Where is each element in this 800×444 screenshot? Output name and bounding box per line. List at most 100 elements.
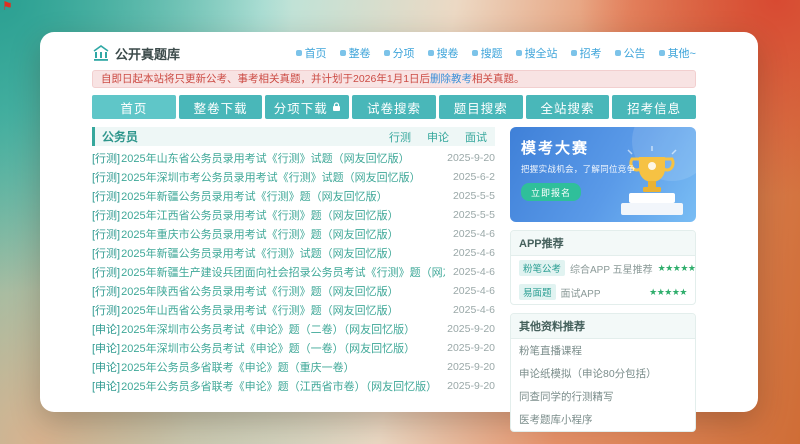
exam-title-link[interactable]: 2025年山西省公务员录用考试《行测》题（网友回忆版）: [121, 302, 445, 318]
nav-paper-search-button[interactable]: 试卷搜索: [352, 95, 436, 119]
exam-tag[interactable]: [行测]: [92, 283, 120, 299]
exam-list-row: [行测] 2025年深圳市考公务员录用考试《行测》试题（网友回忆版） 2025-…: [92, 167, 495, 186]
banner-text-block: 模考大赛 把握实战机会，了解同位竞争 立即报名: [521, 137, 635, 201]
exam-title-link[interactable]: 2025年深圳市公务员考试《申论》题（二卷）（网友回忆版）: [121, 321, 439, 337]
filter-link[interactable]: 申论: [427, 129, 449, 145]
top-nav-link[interactable]: 搜题: [471, 45, 503, 61]
nav-recruit-info-button[interactable]: 招考信息: [612, 95, 697, 119]
exam-tag[interactable]: [申论]: [92, 340, 120, 356]
exam-date: 2025-9-20: [447, 322, 495, 335]
top-nav-link[interactable]: 其他~: [658, 45, 696, 61]
app-row: 粉笔公考 综合APP 五星推荐 ★★★★★: [511, 256, 695, 280]
other-resources-card: 其他资料推荐 粉笔直播课程 申论纸模拟（申论80分包括） 同查同学的行测精写 医…: [510, 313, 696, 432]
filter-link[interactable]: 面试: [465, 129, 487, 145]
exam-list-row: [行测] 2025年山西省公务员录用考试《行测》题（网友回忆版） 2025-4-…: [92, 300, 495, 319]
exam-title-link[interactable]: 2025年新疆公务员录用考试《行测》题（网友回忆版）: [121, 188, 445, 204]
exam-date: 2025-4-6: [452, 303, 495, 316]
top-nav-link[interactable]: 搜卷: [427, 45, 459, 61]
top-nav-link[interactable]: 招考: [570, 45, 602, 61]
resource-link[interactable]: 粉笔直播课程: [511, 339, 695, 362]
exam-tag[interactable]: [行测]: [92, 302, 120, 318]
exam-date: 2025-9-20: [447, 360, 495, 373]
exam-list-row: [行测] 2025年新疆生产建设兵团面向社会招录公务员考试《行测》题（网友回忆版…: [92, 262, 495, 281]
exam-list-row: [行测] 2025年山东省公务员录用考试《行测》试题（网友回忆版） 2025-9…: [92, 148, 495, 167]
category-strip: 公务员 行测 申论 面试: [92, 127, 495, 146]
notice-link[interactable]: 删除教考: [430, 73, 472, 85]
star-rating: ★★★★★: [657, 262, 696, 273]
exam-date: 2025-9-20: [447, 151, 495, 164]
exam-date: 2025-4-6: [452, 246, 495, 259]
exam-title-link[interactable]: 2025年公务员多省联考《申论》题（江西省市卷）（网友回忆版）: [121, 378, 439, 394]
nav-site-search-button[interactable]: 全站搜索: [525, 95, 610, 119]
top-nav: 首页 整卷 分项 搜卷 搜题 搜全站 招考 公告 其他~: [295, 45, 696, 61]
exam-title-link[interactable]: 2025年深圳市考公务员录用考试《行测》试题（网友回忆版）: [121, 169, 445, 185]
exam-list-row: [行测] 2025年江西省公务员录用考试《行测》题（网友回忆版） 2025-5-…: [92, 205, 495, 224]
nav-bullet-icon: [383, 50, 390, 56]
exam-tag[interactable]: [行测]: [92, 150, 120, 166]
top-nav-link[interactable]: 分项: [383, 45, 415, 61]
exam-tag[interactable]: [申论]: [92, 359, 120, 375]
star-rating: ★★★★★: [649, 286, 687, 297]
top-nav-label: 搜题: [480, 48, 503, 60]
exam-title-link[interactable]: 2025年新疆公务员录用考试《行测》试题（网友回忆版）: [121, 245, 445, 261]
exam-list-row: [行测] 2025年陕西省公务员录用考试《行测》题（网友回忆版） 2025-4-…: [92, 281, 495, 300]
exam-title-link[interactable]: 2025年陕西省公务员录用考试《行测》题（网友回忆版）: [121, 283, 445, 299]
exam-tag[interactable]: [申论]: [92, 378, 120, 394]
exam-tag[interactable]: [申论]: [92, 321, 120, 337]
mock-contest-banner[interactable]: 模考大赛 把握实战机会，了解同位竞争 立即报名: [510, 127, 696, 222]
exam-list-row: [申论] 2025年深圳市公务员考试《申论》题（一卷）（网友回忆版） 2025-…: [92, 338, 495, 357]
top-nav-link[interactable]: 整卷: [339, 45, 371, 61]
nav-section-download-label: 分项下载: [273, 101, 328, 116]
nav-bullet-icon: [471, 50, 478, 56]
exam-list-row: [行测] 2025年重庆市公务员录用考试《行测》题（网友回忆版） 2025-4-…: [92, 224, 495, 243]
exam-date: 2025-6-2: [452, 170, 495, 183]
resource-link[interactable]: 医考题库小程序: [511, 408, 695, 431]
site-logo[interactable]: 公开真题库: [92, 44, 180, 63]
exam-tag[interactable]: [行测]: [92, 264, 120, 280]
exam-title-link[interactable]: 2025年公务员多省联考《申论》题（重庆一卷）: [121, 359, 439, 375]
exam-list-panel: 公务员 行测 申论 面试 [行测] 2025年山东省公务员录用考试《行测》试题（…: [92, 127, 495, 432]
nav-bullet-icon: [295, 50, 302, 56]
app-description: 综合APP 五星推荐: [570, 264, 653, 276]
exam-date: 2025-9-20: [447, 341, 495, 354]
category-title[interactable]: 公务员: [102, 128, 138, 145]
filter-link[interactable]: 行测: [389, 129, 411, 145]
main-nav: 首页 整卷下载 分项下载 试卷搜索 题目搜索 全站搜索 招考信息: [92, 95, 697, 119]
lock-icon: [332, 102, 340, 111]
top-nav-link[interactable]: 搜全站: [515, 45, 558, 61]
resource-link[interactable]: 申论纸模拟（申论80分包括）: [511, 362, 695, 385]
exam-title-link[interactable]: 2025年山东省公务员录用考试《行测》试题（网友回忆版）: [121, 150, 439, 166]
top-nav-label: 分项: [392, 48, 415, 60]
exam-tag[interactable]: [行测]: [92, 188, 120, 204]
site-card: 公开真题库 首页 整卷 分项 搜卷 搜题 搜全站 招考 公告 其他~ 自即日起本…: [40, 32, 758, 432]
banner-signup-button[interactable]: 立即报名: [521, 183, 582, 201]
exam-tag[interactable]: [行测]: [92, 245, 120, 261]
exam-title-link[interactable]: 2025年江西省公务员录用考试《行测》题（网友回忆版）: [121, 207, 445, 223]
nav-section-download-button[interactable]: 分项下载: [265, 95, 350, 119]
nav-bullet-icon: [614, 50, 621, 56]
nav-question-search-button[interactable]: 题目搜索: [438, 95, 523, 119]
exam-tag[interactable]: [行测]: [92, 169, 120, 185]
other-resources-list: 粉笔直播课程 申论纸模拟（申论80分包括） 同查同学的行测精写 医考题库小程序: [511, 339, 695, 431]
other-resources-title: 其他资料推荐: [511, 314, 695, 339]
exam-list-row: [申论] 2025年公务员多省联考《申论》题（重庆一卷） 2025-9-20: [92, 357, 495, 376]
nav-full-paper-download-button[interactable]: 整卷下载: [178, 95, 263, 119]
exam-title-link[interactable]: 2025年深圳市公务员考试《申论》题（一卷）（网友回忆版）: [121, 340, 439, 356]
nav-bullet-icon: [427, 50, 434, 56]
nav-bullet-icon: [658, 50, 665, 56]
bank-icon: [93, 45, 109, 61]
app-recommend-list: 粉笔公考 综合APP 五星推荐 ★★★★★ 易面题 面试APP ★★★★★: [511, 256, 695, 304]
app-recommend-title: APP推荐: [511, 231, 695, 256]
nav-home-button[interactable]: 首页: [92, 95, 176, 119]
top-nav-label: 招考: [579, 48, 602, 60]
app-tag[interactable]: 粉笔公考: [519, 260, 566, 276]
exam-title-link[interactable]: 2025年新疆生产建设兵团面向社会招录公务员考试《行测》题（网友回忆版）: [121, 264, 445, 280]
exam-tag[interactable]: [行测]: [92, 207, 120, 223]
resource-link[interactable]: 同查同学的行测精写: [511, 385, 695, 408]
top-nav-link[interactable]: 首页: [295, 45, 327, 61]
exam-title-link[interactable]: 2025年重庆市公务员录用考试《行测》题（网友回忆版）: [121, 226, 445, 242]
exam-tag[interactable]: [行测]: [92, 226, 120, 242]
top-nav-label: 首页: [304, 48, 327, 60]
top-nav-link[interactable]: 公告: [614, 45, 646, 61]
app-tag[interactable]: 易面题: [519, 284, 556, 300]
